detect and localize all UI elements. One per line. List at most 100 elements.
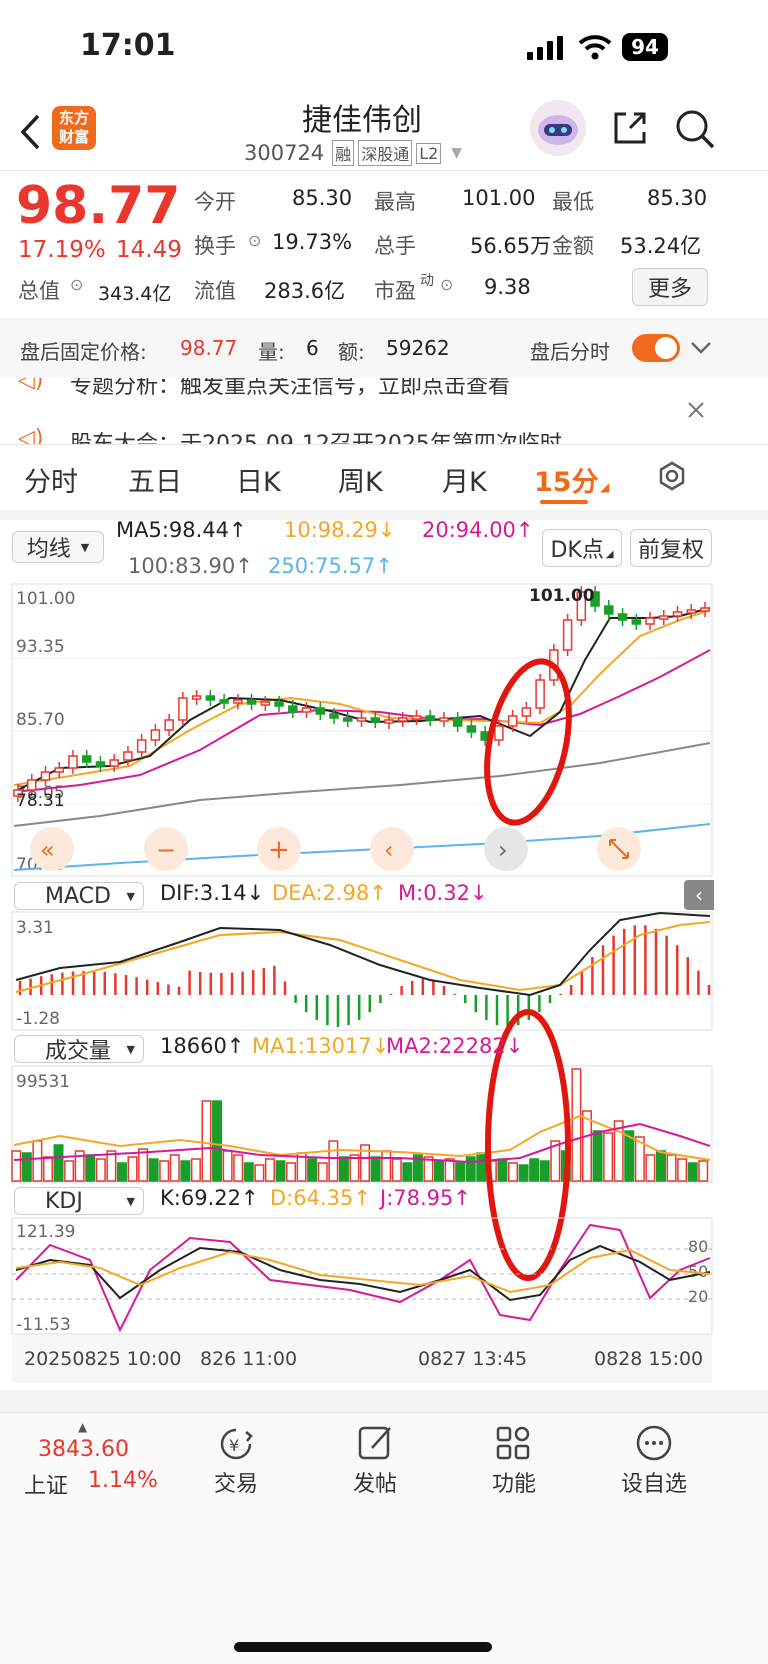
after-hours-vol: 6	[306, 336, 319, 360]
volume-bar	[95, 1158, 106, 1182]
dif-line	[15, 911, 711, 997]
after-hours-price-label: 盘后固定价格:	[20, 340, 147, 364]
collapse-icon[interactable]: ‹	[684, 880, 714, 910]
kdj-y-bottom: -11.53	[16, 1315, 71, 1335]
candle-body	[219, 699, 229, 704]
info-icon[interactable]: ⊙	[70, 275, 83, 294]
candle-body	[494, 725, 504, 741]
wifi-icon	[578, 34, 612, 64]
volume-y-top: 99531	[16, 1072, 70, 1092]
tab-dropdown-icon[interactable]: ◢	[600, 480, 609, 494]
amount-value: 53.24亿	[620, 234, 702, 258]
close-icon[interactable]	[686, 400, 706, 424]
ma100-line	[13, 742, 711, 827]
macd-dea: DEA:2.98↑	[272, 881, 387, 905]
tag-l2: L2	[416, 142, 442, 164]
macd-selector[interactable]: MACD ▼	[14, 882, 144, 910]
candle-body	[562, 619, 573, 651]
nav-features[interactable]: 功能	[464, 1466, 564, 1498]
volume-bar	[518, 1164, 529, 1182]
chevron-down-icon[interactable]: ▼	[451, 145, 462, 161]
x-label-4: 0828 15:00	[594, 1348, 703, 1370]
gear-icon[interactable]	[656, 460, 688, 496]
after-hours-toggle[interactable]	[632, 334, 680, 362]
candle-body	[521, 707, 532, 717]
turnover-label: 换手	[194, 234, 236, 258]
volume-bar	[338, 1156, 349, 1182]
candle-body	[356, 717, 367, 722]
signal-icon	[527, 36, 567, 64]
volume-bar	[381, 1150, 392, 1182]
low-value: 85.30	[647, 186, 708, 210]
volume-bar	[698, 1160, 709, 1182]
macd-dif: DIF:3.14↓	[160, 881, 265, 905]
volume-bar	[476, 1152, 487, 1182]
tab-intraday[interactable]: 分时	[24, 460, 78, 499]
svg-text:›: ›	[498, 836, 508, 864]
float-label: 流值	[194, 279, 236, 303]
volume-bar	[180, 1160, 191, 1182]
candle-body	[617, 613, 628, 621]
ma5-value: MA5:98.44↑	[116, 518, 247, 542]
more-button[interactable]: 更多	[632, 268, 708, 306]
volume-bar	[465, 1156, 476, 1182]
volume-bar	[666, 1154, 677, 1182]
candle-body	[191, 695, 202, 700]
pe-label: 市盈	[374, 279, 416, 303]
volume-bar	[254, 1164, 265, 1182]
search-icon[interactable]	[674, 108, 716, 154]
d-line	[15, 1248, 711, 1294]
volume-bar	[286, 1162, 297, 1182]
info-icon[interactable]: ⊙	[440, 275, 453, 294]
candle-body	[301, 707, 312, 713]
open-label: 今开	[194, 190, 236, 214]
nav-post[interactable]: 发帖	[325, 1466, 425, 1498]
index-value[interactable]: 3843.60	[38, 1437, 129, 1462]
candle-body	[411, 715, 422, 720]
kline-chart-area[interactable]: 101.00 93.35 85.70 78.05 70.40 101.00 78…	[0, 580, 768, 1410]
share-icon[interactable]	[610, 108, 650, 152]
change-percent: 17.19%	[18, 237, 106, 263]
candle-body	[288, 705, 298, 713]
notice-ticker[interactable]: ◁) 专题分析：触发重点关注信号，立即点击查看 ◁) 股东大会：于2025-09…	[0, 378, 768, 444]
fq-button[interactable]: 前复权	[630, 529, 712, 567]
tab-five-day[interactable]: 五日	[128, 460, 182, 499]
candle-body	[672, 611, 683, 617]
nav-trade[interactable]: 交易	[186, 1466, 286, 1498]
info-icon[interactable]: ⊙	[248, 231, 261, 250]
volume-bar	[455, 1162, 466, 1182]
tab-15min[interactable]: 15分	[534, 460, 599, 499]
candle-body	[109, 759, 119, 767]
candle-body	[425, 715, 435, 721]
candle-body	[466, 725, 477, 733]
notice-icon: ◁)	[18, 426, 44, 444]
volume-bar	[581, 1110, 592, 1182]
after-hours-vol-label: 量:	[258, 340, 285, 364]
kdj-selector[interactable]: KDJ ▼	[14, 1187, 144, 1215]
candle-body	[150, 729, 161, 741]
volume-bar	[275, 1160, 286, 1182]
y-label-2: 93.35	[16, 637, 65, 657]
candle-body	[246, 699, 257, 705]
index-change[interactable]: 1.14%	[88, 1468, 158, 1493]
robot-avatar-icon[interactable]	[530, 100, 586, 156]
svg-text:+: +	[268, 835, 290, 865]
x-label-2: 826 11:00	[200, 1348, 297, 1370]
candle-body	[164, 719, 174, 731]
volume-bar	[571, 1068, 582, 1182]
volume-bar	[212, 1100, 223, 1182]
caret-up-icon: ▲	[78, 1420, 88, 1434]
tab-monthly[interactable]: 月K	[442, 460, 487, 499]
candle-body	[68, 755, 78, 769]
nav-watchlist[interactable]: 设自选	[604, 1466, 704, 1498]
chevron-down-icon[interactable]	[690, 338, 712, 362]
volume-bar	[687, 1162, 698, 1182]
volume-bar	[201, 1100, 212, 1182]
dk-button[interactable]: DK点 ◢	[542, 529, 622, 567]
volume-selector[interactable]: 成交量 ▼	[14, 1035, 144, 1064]
ma-selector[interactable]: 均线 ▼	[12, 531, 104, 563]
index-name[interactable]: 上证	[24, 1468, 68, 1500]
tab-daily[interactable]: 日K	[236, 460, 281, 499]
battery-icon: 94	[622, 33, 668, 61]
tab-weekly[interactable]: 周K	[338, 460, 383, 499]
